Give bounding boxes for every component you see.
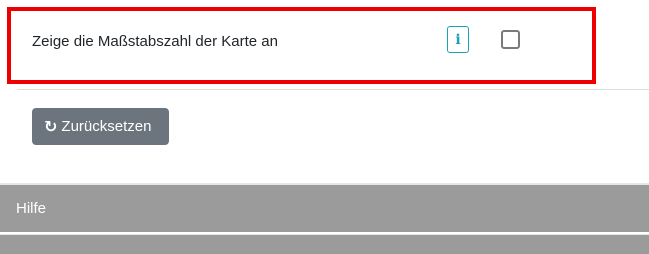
reset-button-label: Zurücksetzen — [61, 118, 152, 135]
scale-setting-label: Zeige die Maßstabszahl der Karte an — [32, 33, 278, 50]
divider — [17, 89, 649, 90]
info-icon[interactable]: i — [447, 26, 469, 53]
help-section-header[interactable]: Hilfe — [0, 183, 649, 232]
scale-checkbox[interactable] — [501, 30, 520, 49]
next-section-header[interactable] — [0, 234, 649, 254]
reset-button[interactable]: ↻ Zurücksetzen — [32, 108, 169, 145]
help-section-label: Hilfe — [16, 200, 47, 217]
refresh-icon: ↻ — [44, 117, 58, 136]
